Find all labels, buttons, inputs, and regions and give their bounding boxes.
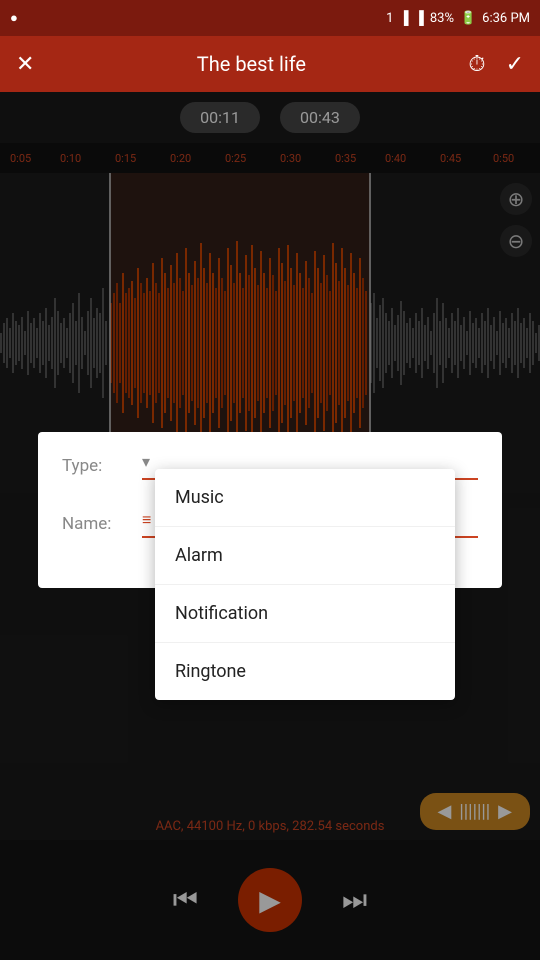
dropdown-item-alarm[interactable]: Alarm xyxy=(155,527,455,585)
dropdown-item-notification[interactable]: Notification xyxy=(155,585,455,643)
top-bar: ✕ The best life ⏱ ✓ xyxy=(0,36,540,92)
signal-icon: ▐ xyxy=(399,10,408,26)
type-label: Type: xyxy=(62,456,142,476)
close-button[interactable]: ✕ xyxy=(16,52,34,77)
signal-icon-2: ▐ xyxy=(415,10,424,26)
status-bar: ● 1 ▐ ▐ 83% 🔋 6:36 PM xyxy=(0,0,540,36)
battery-icon: 🔋 xyxy=(460,11,476,26)
dropdown-arrow-icon: ▾ xyxy=(142,452,150,471)
type-dropdown: Music Alarm Notification Ringtone xyxy=(155,469,455,700)
page-title: The best life xyxy=(197,52,306,76)
dropdown-item-ringtone[interactable]: Ringtone xyxy=(155,643,455,700)
confirm-button[interactable]: ✓ xyxy=(506,52,524,77)
main-content: 00:11 00:43 0:05 0:10 0:15 0:20 0:25 0:3… xyxy=(0,92,540,960)
edit-lines-icon: ≡ xyxy=(142,510,151,529)
status-left: ● xyxy=(10,10,18,26)
history-button[interactable]: ⏱ xyxy=(468,52,485,77)
dropdown-item-music[interactable]: Music xyxy=(155,469,455,527)
sim-icon: ● xyxy=(10,10,18,26)
battery-level: 83% xyxy=(430,11,454,26)
status-right: 1 ▐ ▐ 83% 🔋 6:36 PM xyxy=(386,10,530,26)
sim-slot: 1 xyxy=(386,11,393,26)
clock: 6:36 PM xyxy=(482,11,530,26)
name-label: Name: xyxy=(62,514,142,534)
